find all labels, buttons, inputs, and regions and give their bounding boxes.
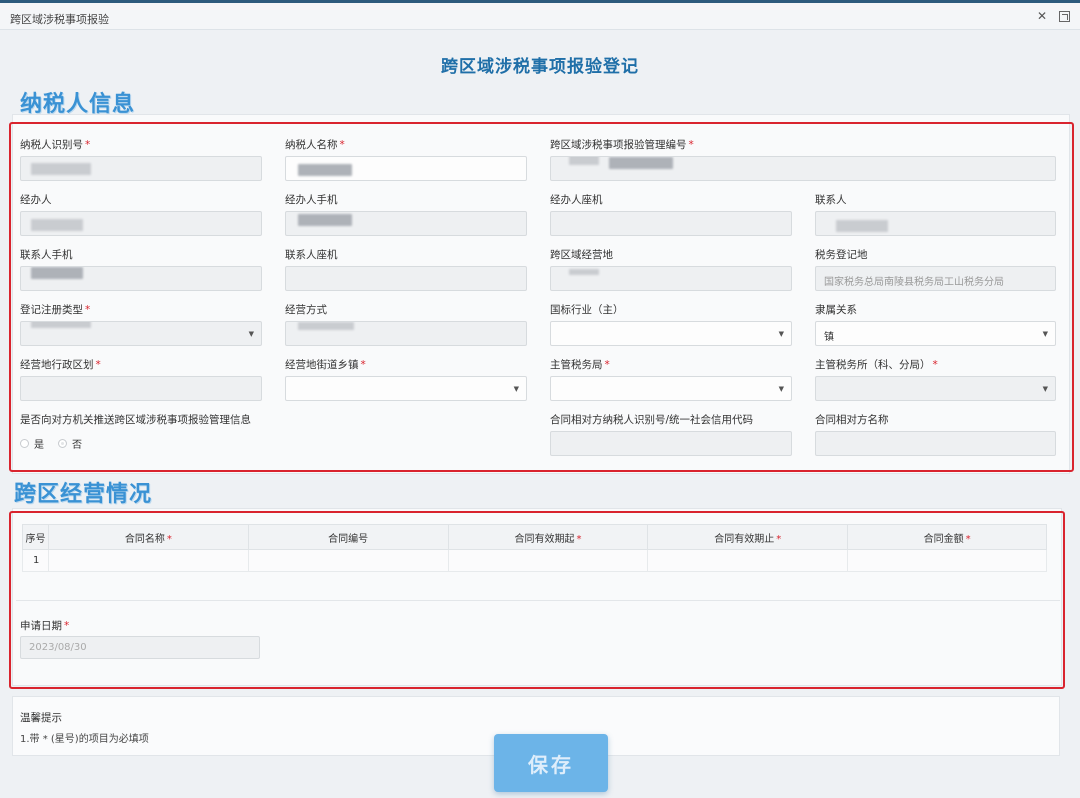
maximize-icon[interactable]: [1059, 11, 1070, 22]
page-title: 跨区域涉税事项报验登记: [441, 57, 639, 77]
tips-title: 温馨提示: [20, 712, 62, 724]
section-banner-business: 跨区经营情况: [14, 482, 153, 507]
window-titlebar: 跨区域涉税事项报验 ✕: [0, 0, 1080, 30]
highlight-box-taxpayer: [9, 122, 1074, 472]
window-title: 跨区域涉税事项报验: [10, 13, 109, 26]
tips-text: 1.带 * (星号)的项目为必填项: [20, 734, 149, 745]
highlight-box-business: [9, 511, 1065, 689]
save-button[interactable]: 保存: [494, 734, 608, 792]
form-content: 跨区域涉税事项报验登记 纳税人信息 纳税人识别号 * 纳税人名称 * 跨区域涉税事项…: [0, 30, 1080, 798]
close-icon[interactable]: ✕: [1035, 9, 1049, 23]
window-controls: ✕: [1035, 9, 1070, 23]
